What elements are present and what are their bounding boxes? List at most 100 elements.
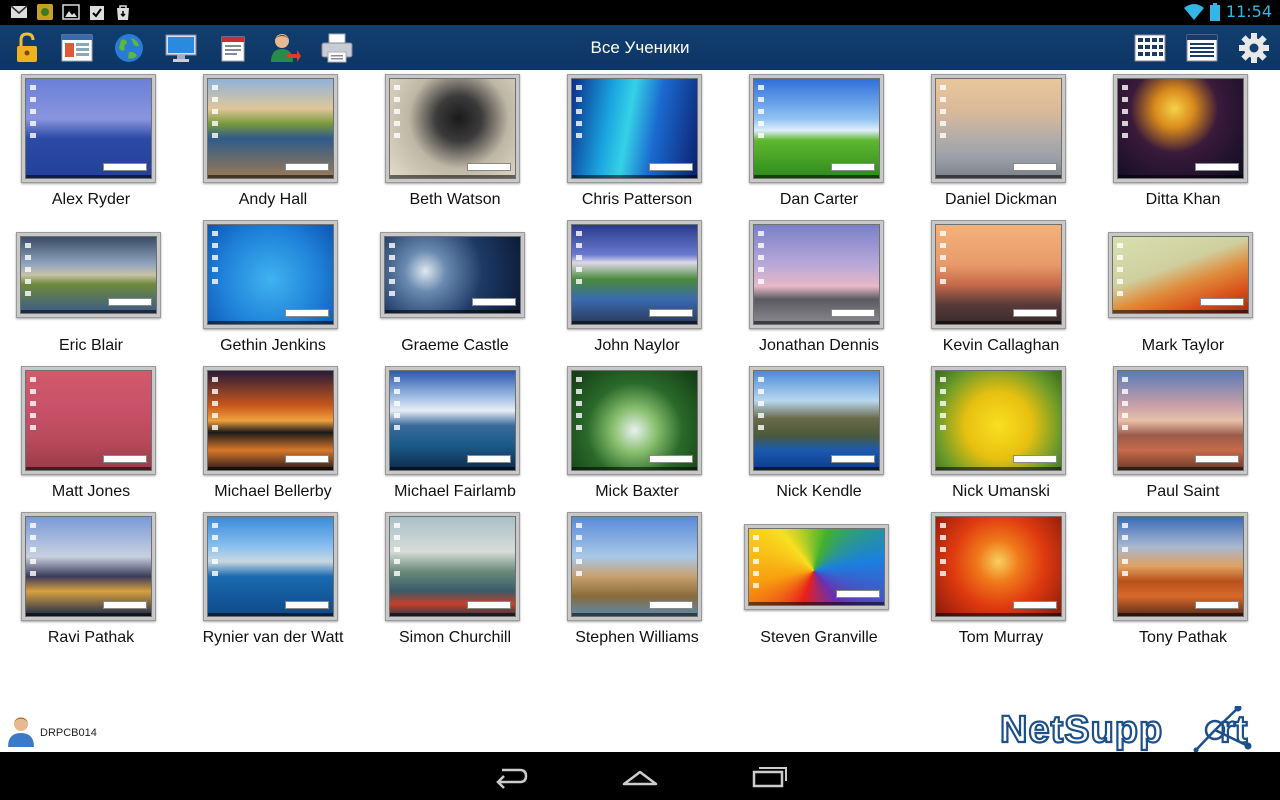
student-name: John Naylor	[594, 337, 680, 354]
student-screen-thumbnail[interactable]	[380, 232, 525, 318]
student-screen-thumbnail[interactable]	[749, 220, 884, 329]
student-name: Chris Patterson	[581, 191, 693, 208]
student-screen-thumbnail[interactable]	[567, 366, 702, 475]
wifi-icon	[1183, 3, 1204, 20]
student-tile[interactable]: Michael Fairlamb	[364, 362, 546, 508]
student-name: Beth Watson	[409, 191, 501, 208]
student-screen-thumbnail[interactable]	[749, 74, 884, 183]
student-tile[interactable]: Tony Pathak	[1092, 508, 1274, 654]
app-notification-icon	[37, 4, 53, 20]
bag-download-icon	[117, 5, 129, 20]
student-name: Nick Kendle	[776, 483, 862, 500]
gallery-icon	[62, 4, 80, 20]
user-icon	[8, 717, 34, 747]
student-tile[interactable]: Rynier van der Watt	[182, 508, 364, 654]
student-name: Eric Blair	[58, 337, 123, 354]
student-screen-thumbnail[interactable]	[931, 74, 1066, 183]
student-tile[interactable]: Paul Saint	[1092, 362, 1274, 508]
svg-text:NetSupp: NetSupp	[1000, 709, 1163, 751]
student-tile[interactable]: Ditta Khan	[1092, 70, 1274, 216]
student-screen-thumbnail[interactable]	[749, 366, 884, 475]
student-tile[interactable]: Gethin Jenkins	[182, 216, 364, 362]
student-tile[interactable]: Tom Murray	[910, 508, 1092, 654]
gmail-icon	[10, 5, 28, 18]
computer-name: DRPCB014	[40, 727, 97, 739]
recent-apps-icon[interactable]	[750, 762, 790, 790]
student-screen-thumbnail[interactable]	[385, 74, 520, 183]
student-name: Tony Pathak	[1138, 629, 1228, 646]
student-tile[interactable]: Steven Granville	[728, 508, 910, 654]
student-screen-thumbnail[interactable]	[931, 512, 1066, 621]
student-screen-thumbnail[interactable]	[931, 220, 1066, 329]
student-grid: Alex Ryder Andy Hall Beth Watson Chris Patt…	[0, 70, 1280, 752]
student-screen-thumbnail[interactable]	[203, 220, 338, 329]
student-tile[interactable]: Matt Jones	[0, 362, 182, 508]
student-tile[interactable]: Stephen Williams	[546, 508, 728, 654]
student-screen-thumbnail[interactable]	[385, 512, 520, 621]
student-name: Kevin Callaghan	[942, 337, 1060, 354]
student-screen-thumbnail[interactable]	[21, 512, 156, 621]
student-screen-thumbnail[interactable]	[1113, 366, 1248, 475]
window-icon[interactable]	[59, 30, 95, 66]
student-tile[interactable]: Beth Watson	[364, 70, 546, 216]
clipboard-check-icon	[90, 6, 104, 20]
student-screen-thumbnail[interactable]	[567, 74, 702, 183]
toolbar: Все Ученики	[0, 25, 1280, 70]
student-tile[interactable]: Jonathan Dennis	[728, 216, 910, 362]
status-bar: 11:54	[0, 0, 1280, 25]
student-screen-thumbnail[interactable]	[21, 366, 156, 475]
student-name: Ditta Khan	[1145, 191, 1221, 208]
student-tile[interactable]: Andy Hall	[182, 70, 364, 216]
student-screen-thumbnail[interactable]	[1108, 232, 1253, 318]
student-tile[interactable]: Daniel Dickman	[910, 70, 1092, 216]
student-name: Alex Ryder	[51, 191, 131, 208]
student-tile[interactable]: Michael Bellerby	[182, 362, 364, 508]
student-tile[interactable]: Graeme Castle	[364, 216, 546, 362]
user-remove-icon[interactable]	[267, 30, 303, 66]
student-screen-thumbnail[interactable]	[385, 366, 520, 475]
student-tile[interactable]: Nick Umanski	[910, 362, 1092, 508]
list-view-icon[interactable]	[1183, 30, 1221, 66]
student-name: Gethin Jenkins	[220, 337, 326, 354]
globe-icon[interactable]	[111, 30, 147, 66]
student-tile[interactable]: Nick Kendle	[728, 362, 910, 508]
page-title-text: Все Ученики	[590, 38, 690, 57]
student-name: Dan Carter	[779, 191, 859, 208]
printer-icon[interactable]	[319, 30, 355, 66]
student-tile[interactable]: Dan Carter	[728, 70, 910, 216]
student-tile[interactable]: Ravi Pathak	[0, 508, 182, 654]
student-name: Simon Churchill	[398, 629, 512, 646]
messages-icon[interactable]	[215, 30, 251, 66]
student-screen-thumbnail[interactable]	[16, 232, 161, 318]
student-screen-thumbnail[interactable]	[203, 512, 338, 621]
battery-icon	[1209, 2, 1220, 21]
lock-icon[interactable]	[9, 30, 45, 66]
student-screen-thumbnail[interactable]	[744, 524, 889, 610]
student-tile[interactable]: Mark Taylor	[1092, 216, 1274, 362]
student-tile[interactable]: Kevin Callaghan	[910, 216, 1092, 362]
student-tile[interactable]: Chris Patterson	[546, 70, 728, 216]
student-tile[interactable]: Eric Blair	[0, 216, 182, 362]
student-tile[interactable]: John Naylor	[546, 216, 728, 362]
footer-user: DRPCB014	[6, 715, 97, 747]
student-screen-thumbnail[interactable]	[1113, 74, 1248, 183]
settings-gear-icon[interactable]	[1236, 30, 1272, 66]
student-tile[interactable]: Mick Baxter	[546, 362, 728, 508]
back-icon[interactable]	[492, 762, 532, 790]
monitor-icon[interactable]	[163, 30, 199, 66]
student-screen-thumbnail[interactable]	[203, 74, 338, 183]
student-screen-thumbnail[interactable]	[567, 220, 702, 329]
student-screen-thumbnail[interactable]	[21, 74, 156, 183]
student-name: Ravi Pathak	[47, 629, 135, 646]
home-icon[interactable]	[620, 762, 660, 790]
grid-view-icon[interactable]	[1131, 30, 1169, 66]
student-tile[interactable]: Simon Churchill	[364, 508, 546, 654]
student-screen-thumbnail[interactable]	[1113, 512, 1248, 621]
student-screen-thumbnail[interactable]	[931, 366, 1066, 475]
student-tile[interactable]: Alex Ryder	[0, 70, 182, 216]
student-screen-thumbnail[interactable]	[567, 512, 702, 621]
student-screen-thumbnail[interactable]	[203, 366, 338, 475]
student-name: Andy Hall	[238, 191, 308, 208]
clock: 11:54	[1225, 2, 1272, 21]
student-name: Paul Saint	[1146, 483, 1220, 500]
